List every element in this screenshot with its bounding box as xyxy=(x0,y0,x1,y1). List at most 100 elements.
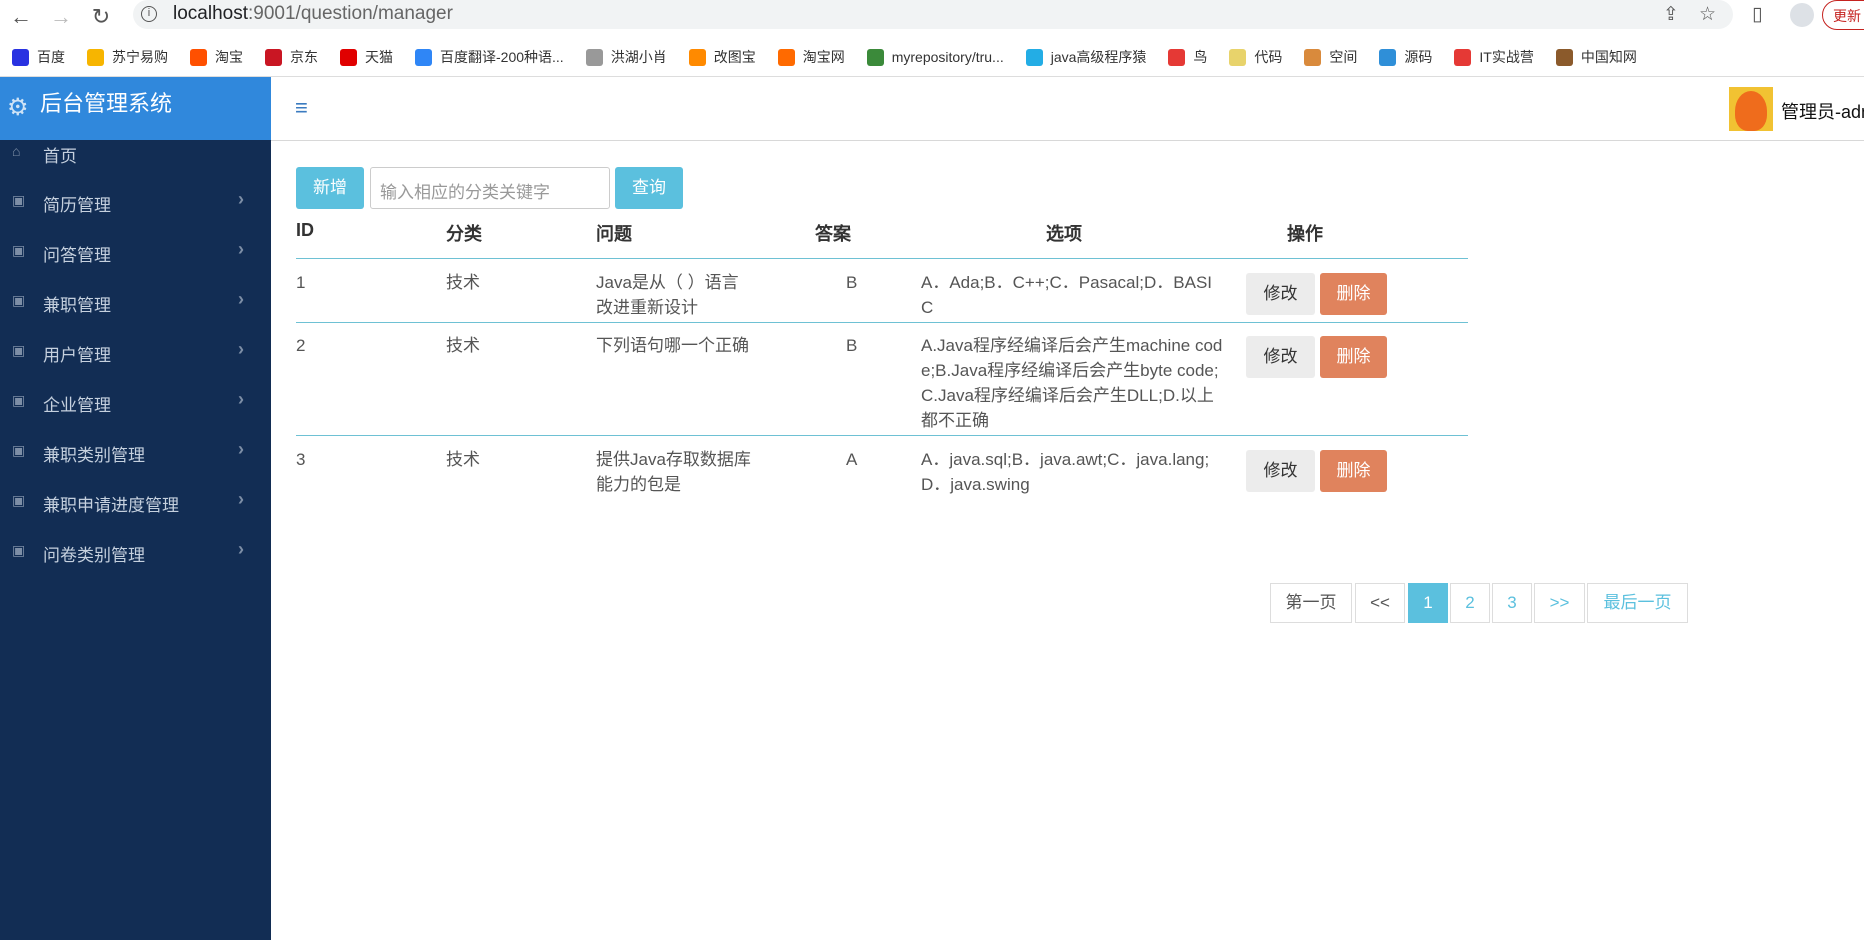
forward-icon[interactable]: → xyxy=(46,4,76,30)
pagination-last[interactable]: 最后一页 xyxy=(1587,583,1688,623)
bookmark-favicon-icon xyxy=(1454,48,1472,66)
bookmark-item[interactable]: 百度 xyxy=(12,47,65,67)
add-button[interactable]: 新增 xyxy=(296,167,364,209)
edit-button[interactable]: 修改 xyxy=(1246,273,1315,315)
bookmark-item[interactable]: 淘宝网 xyxy=(777,47,845,67)
bookmark-favicon-icon xyxy=(415,48,432,66)
bookmark-item[interactable]: 洪湖小肖 xyxy=(585,47,667,67)
delete-button[interactable]: 删除 xyxy=(1320,336,1387,378)
pagination-next[interactable]: >> xyxy=(1534,583,1585,623)
sidebar-item[interactable]: ▣ 企业管理 › xyxy=(0,380,271,424)
pagination-prev[interactable]: << xyxy=(1355,583,1405,623)
bookmark-label: 改图宝 xyxy=(713,49,756,65)
profile-icon[interactable] xyxy=(1790,3,1814,27)
bookmark-label: 京东 xyxy=(290,49,318,65)
menu-toggle-icon[interactable]: ≡ xyxy=(295,95,308,121)
home-icon: ⌂ xyxy=(12,143,21,159)
bookmark-label: 百度翻译-200种语... xyxy=(440,49,564,65)
bookmark-label: IT实战营 xyxy=(1479,49,1534,65)
bookmarks-bar: 百度 苏宁易购 淘宝 京东 天猫 百度翻译-200种语... 洪湖小肖 改图宝 淘宝网 myrep… xyxy=(0,38,1864,77)
star-icon[interactable]: ☆ xyxy=(1699,3,1716,26)
bookmark-favicon-icon xyxy=(265,48,282,66)
chevron-right-icon: › xyxy=(238,189,244,209)
gift-icon: ▣ xyxy=(12,492,26,508)
row-divider xyxy=(296,322,1468,323)
sidebar-item-label: 企业管理 xyxy=(43,396,111,415)
bookmark-label: 源码 xyxy=(1404,49,1433,65)
bookmark-favicon-icon xyxy=(1025,48,1043,66)
reload-icon[interactable]: ↻ xyxy=(86,4,116,30)
delete-button[interactable]: 删除 xyxy=(1320,273,1387,315)
search-input[interactable]: 输入相应的分类关键字 xyxy=(370,167,610,209)
info-icon[interactable]: i xyxy=(141,6,157,22)
bookmark-label: 洪湖小肖 xyxy=(610,49,667,65)
bookmark-item[interactable]: 中国知网 xyxy=(1555,47,1637,67)
edit-button[interactable]: 修改 xyxy=(1246,336,1315,378)
bookmark-favicon-icon xyxy=(12,48,29,66)
bookmark-label: 淘宝网 xyxy=(802,49,845,65)
bookmark-favicon-icon xyxy=(1229,48,1247,66)
column-header-actions: 操作 xyxy=(1287,224,1323,244)
column-header-question: 问题 xyxy=(596,224,632,244)
query-button[interactable]: 查询 xyxy=(615,167,683,209)
gear-icon: ⚙ xyxy=(7,94,29,121)
bookmark-item[interactable]: 天猫 xyxy=(340,47,393,67)
bookmark-item[interactable]: 苏宁易购 xyxy=(87,47,168,67)
sidebar-item[interactable]: ▣ 问答管理 › xyxy=(0,230,271,274)
cell-question: 下列语句哪一个正确 xyxy=(596,336,749,355)
pagination-page-2[interactable]: 2 xyxy=(1450,583,1490,623)
bookmark-item[interactable]: 京东 xyxy=(265,47,318,67)
bookmark-item[interactable]: 源码 xyxy=(1379,47,1432,67)
edit-button[interactable]: 修改 xyxy=(1246,450,1315,492)
bookmark-item[interactable]: IT实战营 xyxy=(1454,47,1534,67)
bookmark-item[interactable]: myrepository/tru... xyxy=(866,48,1004,66)
bookmark-item[interactable]: 淘宝 xyxy=(190,47,243,67)
cell-category: 技术 xyxy=(446,336,480,355)
bookmark-item[interactable]: 改图宝 xyxy=(688,47,756,67)
sidebar-item-label: 问答管理 xyxy=(43,246,111,265)
sidebar-item[interactable]: ▣ 问卷类别管理 › xyxy=(0,530,271,574)
bookmark-favicon-icon xyxy=(585,48,603,66)
pagination-page-1[interactable]: 1 xyxy=(1408,583,1448,623)
bookmark-item[interactable]: 百度翻译-200种语... xyxy=(415,47,564,67)
delete-button[interactable]: 删除 xyxy=(1320,450,1387,492)
header-divider xyxy=(296,258,1468,259)
back-icon[interactable]: ← xyxy=(6,4,36,30)
sidebar-item[interactable]: ⌂ 首页 xyxy=(0,131,271,175)
pagination-page-3[interactable]: 3 xyxy=(1492,583,1532,623)
gift-icon: ▣ xyxy=(12,342,26,358)
bookmark-label: myrepository/tru... xyxy=(891,49,1004,65)
sidebar-item[interactable]: ▣ 简历管理 › xyxy=(0,180,271,224)
chevron-right-icon: › xyxy=(238,439,244,459)
sidebar-item-label: 简历管理 xyxy=(43,196,111,215)
cell-answer: A xyxy=(846,450,858,469)
cell-id: 1 xyxy=(296,273,306,292)
gift-icon: ▣ xyxy=(12,542,26,558)
cell-category: 技术 xyxy=(446,450,480,469)
address-bar[interactable]: i localhost:9001/question/manager ⇪ ☆ xyxy=(133,0,1733,29)
top-header: ≡ 管理员-adm xyxy=(271,77,1864,141)
bookmark-favicon-icon xyxy=(1379,48,1397,66)
sidebar-item[interactable]: ▣ 兼职申请进度管理 › xyxy=(0,480,271,524)
bookmark-label: 空间 xyxy=(1329,49,1358,65)
bookmark-item[interactable]: 代码 xyxy=(1229,47,1282,67)
bookmark-label: java高级程序猿 xyxy=(1050,49,1147,65)
sidebar-item[interactable]: ▣ 兼职类别管理 › xyxy=(0,430,271,474)
avatar[interactable] xyxy=(1729,87,1773,131)
user-name[interactable]: 管理员-adm xyxy=(1781,98,1864,124)
update-button[interactable]: 更新 xyxy=(1822,0,1864,30)
sidebar-item[interactable]: ▣ 兼职管理 › xyxy=(0,280,271,324)
bookmark-item[interactable]: 鸟 xyxy=(1168,47,1207,67)
bookmark-label: 苏宁易购 xyxy=(112,49,168,65)
bookmark-item[interactable]: 空间 xyxy=(1304,47,1357,67)
sidebar-item[interactable]: ▣ 用户管理 › xyxy=(0,330,271,374)
sidepanel-icon[interactable]: ▯ xyxy=(1752,3,1762,26)
url-host: localhost xyxy=(173,3,248,24)
bookmark-item[interactable]: java高级程序猿 xyxy=(1025,47,1147,67)
gift-icon: ▣ xyxy=(12,292,26,308)
cell-answer: B xyxy=(846,336,858,355)
bookmark-favicon-icon xyxy=(688,48,706,66)
bookmark-favicon-icon xyxy=(1168,48,1186,66)
share-icon[interactable]: ⇪ xyxy=(1663,3,1679,26)
pagination-first[interactable]: 第一页 xyxy=(1270,583,1352,623)
